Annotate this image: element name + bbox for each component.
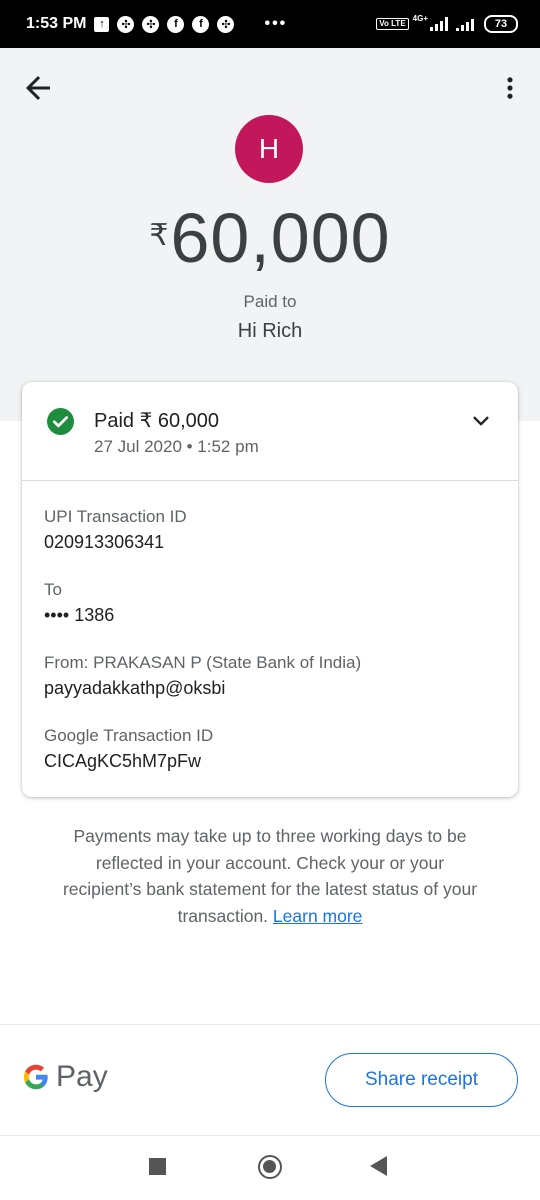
learn-more-link[interactable]: Learn more: [273, 906, 363, 926]
from-label: From: PRAKASAN P (State Bank of India): [44, 653, 362, 672]
paid-datetime: 27 Jul 2020 • 1:52 pm: [94, 437, 259, 456]
status-right: Vo LTE 4G+ 73: [376, 13, 518, 33]
recents-button[interactable]: [149, 1158, 166, 1175]
google-transaction-id-value: CICAgKC5hM7pFw: [44, 751, 202, 771]
system-navigation-bar: [0, 1136, 540, 1200]
to-account-value: •••• 1386: [44, 605, 115, 625]
info-text: Payments may take up to three working da…: [62, 826, 478, 926]
app-notification-icon: ✣: [142, 15, 160, 33]
currency-symbol: ₹: [149, 219, 169, 252]
gpay-logo-text: Pay: [56, 1060, 108, 1093]
app-notification-icon: ✣: [217, 15, 235, 33]
app-notification-icon: ✣: [117, 15, 135, 33]
transaction-details-card: Paid ₹ 60,000 27 Jul 2020 • 1:52 pm UPI …: [22, 382, 518, 797]
network-type: 4G+: [412, 13, 428, 23]
paid-to-label: Paid to: [243, 292, 297, 311]
status-bar: 1:53 PM ↑ ✣ ✣ f f ✣ ••• Vo LTE 4G+ 73: [0, 0, 540, 48]
payment-header: H ₹60,000 Paid to Hi Rich: [0, 48, 540, 421]
back-button[interactable]: [20, 70, 56, 106]
system-back-button[interactable]: [370, 1156, 387, 1176]
signal-icon-2: [456, 17, 474, 31]
upi-transaction-id-label: UPI Transaction ID: [44, 507, 187, 526]
google-transaction-id-label: Google Transaction ID: [44, 726, 214, 745]
facebook-icon: f: [167, 15, 185, 33]
home-button[interactable]: [258, 1155, 282, 1179]
signal-icon: [430, 17, 448, 31]
to-label: To: [44, 580, 62, 599]
google-pay-logo: Pay: [22, 1060, 108, 1094]
arrow-left-icon: [26, 76, 50, 100]
status-time: 1:53 PM: [26, 15, 87, 32]
payee-name: Hi Rich: [237, 320, 303, 342]
upi-transaction-id-value: 020913306341: [44, 532, 165, 552]
amount-value: 60,000: [170, 199, 391, 277]
payee-avatar: H: [235, 115, 303, 183]
volte-icon: Vo LTE: [376, 18, 409, 30]
more-vert-icon: [507, 77, 513, 99]
check-circle-icon: [47, 408, 74, 435]
from-upi-id-value: payyadakkathp@oksbi: [44, 678, 226, 698]
payment-amount: ₹60,000: [0, 198, 540, 278]
chevron-down-icon[interactable]: [470, 410, 492, 432]
battery-icon: 73: [484, 15, 518, 33]
share-receipt-button[interactable]: Share receipt: [325, 1053, 518, 1107]
notification-icons: ↑ ✣ ✣ f f ✣: [94, 15, 235, 33]
more-notifications-icon: •••: [264, 15, 288, 32]
footer-divider: [0, 1024, 540, 1025]
google-g-icon: [23, 1064, 48, 1090]
facebook-icon: f: [192, 15, 210, 33]
more-options-button[interactable]: [496, 70, 524, 106]
transaction-status-row[interactable]: Paid ₹ 60,000 27 Jul 2020 • 1:52 pm: [22, 382, 518, 481]
info-message: Payments may take up to three working da…: [60, 823, 480, 929]
upload-icon: ↑: [94, 16, 110, 32]
paid-status: Paid ₹ 60,000: [94, 410, 220, 432]
